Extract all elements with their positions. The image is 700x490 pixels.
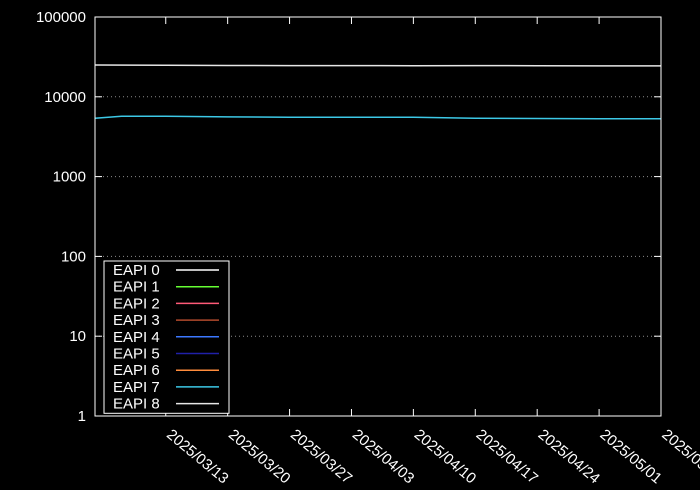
y-tick-label: 10 — [69, 328, 86, 345]
legend-label: EAPI 7 — [113, 379, 160, 396]
legend-label: EAPI 5 — [113, 346, 160, 363]
y-tick-label: 100000 — [36, 9, 86, 26]
y-tick-label: 1000 — [53, 169, 86, 186]
legend-label: EAPI 4 — [113, 329, 160, 346]
legend-label: EAPI 0 — [113, 262, 160, 279]
legend-label: EAPI 8 — [113, 396, 160, 413]
eapi-line-chart: 110100100010000100000 2025/03/132025/03/… — [36, 9, 700, 487]
y-tick-label: 1 — [78, 408, 86, 425]
series-line-eapi-8 — [94, 64, 661, 67]
x-tick-label: 2025/03/13 — [163, 426, 231, 487]
x-tick-label: 2025/03/20 — [225, 426, 293, 487]
x-tick-label: 2025/04/24 — [535, 426, 603, 487]
y-tick-label: 100 — [61, 248, 86, 265]
legend-label: EAPI 3 — [113, 312, 160, 329]
legend-label: EAPI 6 — [113, 362, 160, 379]
series-lines — [94, 64, 661, 120]
legend-label: EAPI 2 — [113, 295, 160, 312]
y-tick-label: 10000 — [44, 89, 86, 106]
legend-label: EAPI 1 — [113, 279, 160, 296]
x-tick-label: 2025/03/27 — [287, 426, 355, 487]
x-tick-label: 2025/04/03 — [349, 426, 417, 487]
x-tick-label: 2025/04/17 — [473, 426, 541, 487]
x-axis: 2025/03/132025/03/202025/03/272025/04/03… — [163, 17, 700, 487]
legend: EAPI 0EAPI 1EAPI 2EAPI 3EAPI 4EAPI 5EAPI… — [103, 260, 230, 414]
x-tick-label: 2025/04/10 — [411, 426, 479, 487]
x-tick-label: 2025/05/01 — [597, 426, 665, 487]
x-tick-label: 2025/05/08 — [658, 426, 700, 487]
series-line-eapi-7 — [94, 115, 661, 120]
